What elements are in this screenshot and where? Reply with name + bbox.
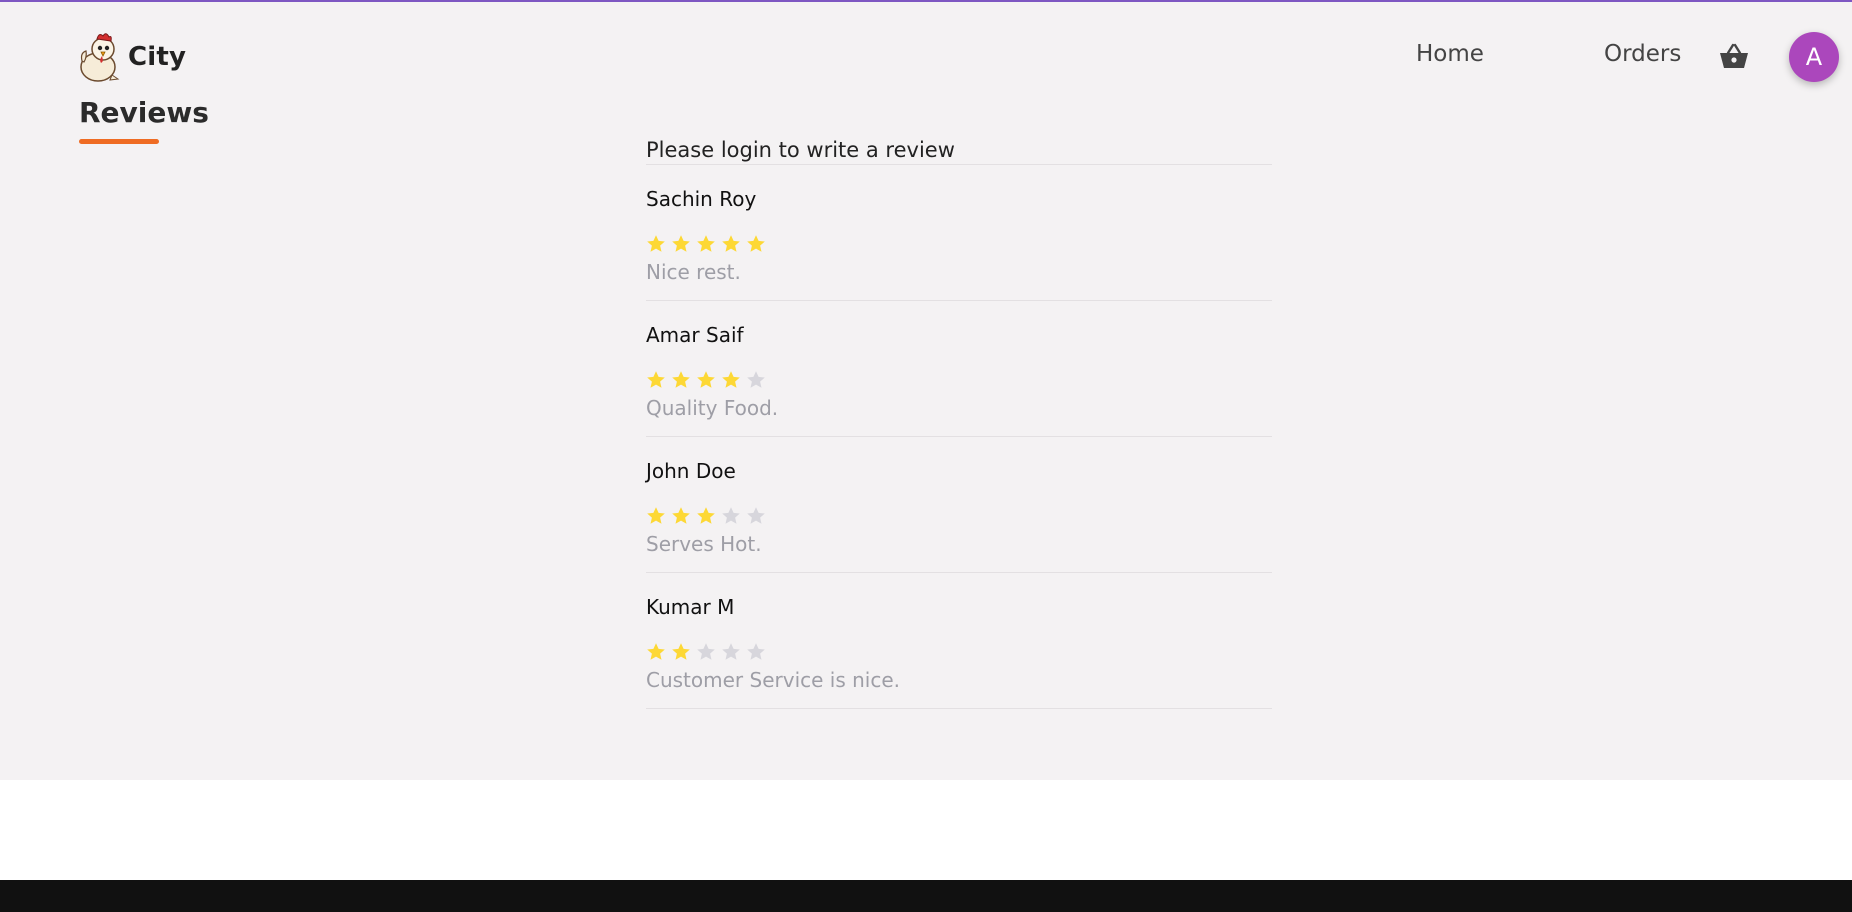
- review-item: Amar Saif Quality Food.: [646, 301, 1272, 437]
- review-item: Kumar M Customer Service is nice.: [646, 573, 1272, 709]
- star-empty-icon: [697, 643, 715, 660]
- star-filled-icon: [722, 371, 740, 388]
- review-text: Quality Food.: [646, 396, 779, 420]
- star-filled-icon: [647, 507, 665, 524]
- star-filled-icon: [672, 371, 690, 388]
- reviews-list: Please login to write a review Sachin Ro…: [646, 136, 1272, 709]
- star-filled-icon: [672, 235, 690, 252]
- white-band: [0, 780, 1852, 880]
- brand-name: City: [128, 42, 187, 72]
- shopping-basket-icon: [1720, 43, 1748, 68]
- nav-home-link[interactable]: Home: [1416, 41, 1484, 67]
- star-empty-icon: [722, 507, 740, 524]
- star-filled-icon: [697, 371, 715, 388]
- review-text: Serves Hot.: [646, 532, 762, 556]
- star-empty-icon: [747, 643, 765, 660]
- star-filled-icon: [672, 507, 690, 524]
- nav-orders-link[interactable]: Orders: [1604, 41, 1681, 67]
- reviews-heading: Reviews: [79, 96, 209, 129]
- star-filled-icon: [697, 235, 715, 252]
- footer-bar: [0, 880, 1852, 912]
- reviewer-name: Sachin Roy: [646, 187, 757, 211]
- heading-underline: [79, 139, 159, 144]
- star-filled-icon: [747, 235, 765, 252]
- home-logo-link[interactable]: City: [78, 31, 186, 83]
- star-rating: [646, 506, 771, 526]
- page: City Home Orders A Reviews Please login …: [0, 0, 1852, 912]
- star-empty-icon: [722, 643, 740, 660]
- avatar-initial: A: [1805, 43, 1823, 71]
- star-empty-icon: [747, 371, 765, 388]
- login-to-review-link[interactable]: Please login to write a review: [646, 136, 1272, 165]
- user-avatar[interactable]: A: [1789, 32, 1839, 82]
- review-text: Nice rest.: [646, 260, 741, 284]
- cart-button[interactable]: [1719, 43, 1749, 69]
- reviewer-name: Amar Saif: [646, 323, 744, 347]
- star-filled-icon: [697, 507, 715, 524]
- star-rating: [646, 370, 771, 390]
- reviewer-name: John Doe: [646, 459, 736, 483]
- review-text: Customer Service is nice.: [646, 668, 901, 692]
- star-empty-icon: [747, 507, 765, 524]
- star-filled-icon: [647, 371, 665, 388]
- star-filled-icon: [672, 643, 690, 660]
- star-rating: [646, 234, 771, 254]
- review-item: Sachin Roy Nice rest.: [646, 165, 1272, 301]
- chicken-mascot-icon: [80, 33, 120, 82]
- reviewer-name: Kumar M: [646, 595, 735, 619]
- star-filled-icon: [647, 235, 665, 252]
- star-filled-icon: [647, 643, 665, 660]
- star-filled-icon: [722, 235, 740, 252]
- review-item: John Doe Serves Hot.: [646, 437, 1272, 573]
- star-rating: [646, 642, 771, 662]
